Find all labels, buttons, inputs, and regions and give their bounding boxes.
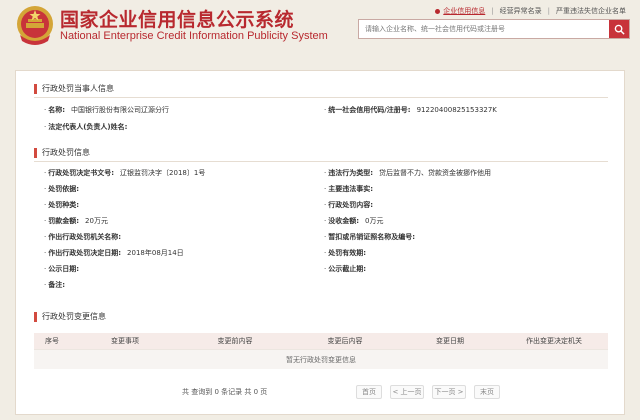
nav-divider: |	[491, 7, 494, 15]
penalty-field: · 没收金额: 0万元	[324, 217, 384, 225]
penalty-field: · 行政处罚内容:	[324, 201, 374, 209]
field-legal-rep: · 法定代表人(负责人)姓名:	[44, 123, 128, 131]
column-header: 变更后内容	[327, 337, 363, 345]
section-party-header: 行政处罚当事人信息	[34, 83, 114, 94]
divider	[34, 97, 608, 98]
national-emblem-icon	[17, 6, 53, 45]
last-page-button[interactable]: 末页	[474, 385, 500, 399]
divider	[34, 161, 608, 162]
field-label: 行政处罚决定书文号:	[48, 169, 115, 177]
field-label: 主要违法事实:	[328, 185, 374, 193]
section-title: 行政处罚当事人信息	[42, 84, 114, 93]
penalty-field: · 处罚种类:	[44, 201, 80, 209]
site-title: 国家企业信用信息公示系统	[60, 9, 295, 31]
table-empty-row: 暂无行政处罚变更信息	[34, 349, 608, 369]
field-label: 罚款金额:	[48, 217, 80, 225]
field-label: 行政处罚内容:	[328, 201, 374, 209]
field-value: 辽银监罚决字〔2018〕1号	[120, 169, 206, 177]
field-label: 处罚有效期:	[328, 249, 367, 257]
penalty-field: · 处罚依据:	[44, 185, 80, 193]
search-input[interactable]	[359, 20, 609, 38]
penalty-field: · 处罚有效期:	[324, 249, 367, 257]
search-button[interactable]	[609, 20, 629, 38]
field-value: 贷后监督不力、贷款资金被挪作他用	[379, 169, 492, 177]
first-page-button[interactable]: 首页	[356, 385, 382, 399]
section-title: 行政处罚信息	[42, 148, 90, 157]
field-credit-code: · 统一社会信用代码/注册号: 91220400825153327K	[324, 106, 497, 114]
next-page-button[interactable]: 下一页 >	[432, 385, 466, 399]
field-label: 处罚种类:	[48, 201, 80, 209]
table-header: 序号 变更事项 变更前内容 变更后内容 变更日期 作出变更决定机关	[34, 333, 608, 349]
column-header: 作出变更决定机关	[526, 337, 582, 345]
field-label: 公示截止期:	[328, 265, 367, 273]
nav-serious-violation-list[interactable]: 严重违法失信企业名单	[556, 6, 626, 16]
penalty-field: · 主要违法事实:	[324, 185, 374, 193]
field-label: 作出行政处罚机关名称:	[48, 233, 122, 241]
pagination-summary: 共 查询到 0 条记录 共 0 页	[182, 388, 268, 396]
penalty-field: · 行政处罚决定书文号: 辽银监罚决字〔2018〕1号	[44, 169, 206, 177]
section-changes-header: 行政处罚变更信息	[34, 311, 106, 322]
penalty-field: · 备注:	[44, 281, 66, 289]
column-header: 变更前内容	[217, 337, 253, 345]
field-label: 作出行政处罚决定日期:	[48, 249, 122, 257]
penalty-field: · 违法行为类型: 贷后监督不力、贷款资金被挪作他用	[324, 169, 492, 177]
field-label: 暂扣或吊销证照名称及编号:	[328, 233, 416, 241]
section-title: 行政处罚变更信息	[42, 312, 106, 321]
penalty-field: · 作出行政处罚决定日期: 2018年08月14日	[44, 249, 184, 257]
home-icon	[435, 8, 441, 14]
field-label: 处罚依据:	[48, 185, 80, 193]
field-label: 公示日期:	[48, 265, 80, 273]
nav-abnormal-list[interactable]: 经营异常名录	[500, 6, 542, 16]
site-subtitle: National Enterprise Credit Information P…	[60, 30, 328, 42]
prev-page-button[interactable]: < 上一页	[390, 385, 424, 399]
field-label: 没收金额:	[328, 217, 360, 225]
top-nav: 企业信用信息 | 经营异常名录 | 严重违法失信企业名单	[435, 6, 626, 16]
column-header: 变更事项	[111, 337, 139, 345]
pagination: 共 查询到 0 条记录 共 0 页 首页 < 上一页 下一页 > 末页	[34, 381, 608, 403]
penalty-field: · 暂扣或吊销证照名称及编号:	[324, 233, 416, 241]
column-header: 序号	[45, 337, 59, 345]
penalty-field: · 公示截止期:	[324, 265, 367, 273]
penalty-field: · 公示日期:	[44, 265, 80, 273]
search-box	[358, 19, 630, 39]
field-name: · 名称: 中国银行股份有限公司辽源分行	[44, 106, 170, 114]
section-penalty-header: 行政处罚信息	[34, 147, 90, 158]
field-value: 0万元	[365, 217, 384, 225]
penalty-field: · 作出行政处罚机关名称:	[44, 233, 122, 241]
field-value: 2018年08月14日	[127, 249, 184, 257]
field-label: 违法行为类型:	[328, 169, 374, 177]
nav-enterprise-credit[interactable]: 企业信用信息	[435, 6, 485, 16]
changes-table: 序号 变更事项 变更前内容 变更后内容 变更日期 作出变更决定机关 暂无行政处罚…	[34, 333, 608, 369]
field-value: 20万元	[85, 217, 108, 225]
nav-divider: |	[547, 7, 550, 15]
field-label: 备注:	[48, 281, 66, 289]
site-header: 国家企业信用信息公示系统 National Enterprise Credit …	[0, 0, 640, 52]
detail-panel: 行政处罚当事人信息 · 名称: 中国银行股份有限公司辽源分行 · 统一社会信用代码/注…	[15, 70, 625, 415]
column-header: 变更日期	[436, 337, 464, 345]
search-icon	[614, 24, 625, 35]
penalty-field: · 罚款金额: 20万元	[44, 217, 108, 225]
